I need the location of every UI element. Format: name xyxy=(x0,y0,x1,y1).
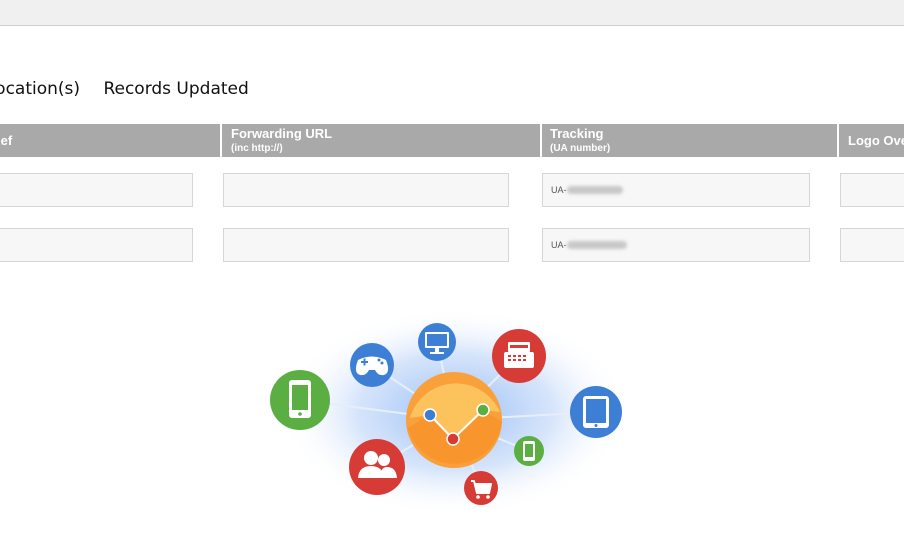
tablet-icon xyxy=(570,386,622,438)
forwarding-url-input[interactable] xyxy=(223,228,509,262)
users-icon xyxy=(349,439,405,495)
logo-override-input[interactable] xyxy=(840,173,904,207)
monitor-icon xyxy=(418,323,456,361)
column-header-tracking: Tracking (UA number) xyxy=(541,124,839,157)
tracking-value: UA- xyxy=(551,185,567,195)
smartphone-icon xyxy=(270,370,330,430)
column-header-forwarding-url: Forwarding URL (inc http://) xyxy=(222,124,542,157)
shopping-cart-icon xyxy=(464,471,498,505)
locations-label: Location(s) xyxy=(0,79,81,99)
analytics-chart-icon xyxy=(406,372,502,468)
tracking-value: UA- xyxy=(551,240,567,250)
top-bar xyxy=(0,0,904,26)
forwarding-url-input[interactable] xyxy=(223,173,509,207)
ref-input[interactable] xyxy=(0,173,193,207)
redacted-tracking-id xyxy=(567,186,623,194)
ref-input[interactable] xyxy=(0,228,193,262)
tracking-input[interactable]: UA- xyxy=(542,173,810,207)
table-header: V Ref Forwarding URL (inc http://) Track… xyxy=(0,124,904,157)
redacted-tracking-id xyxy=(567,241,627,249)
column-header-ref: V Ref xyxy=(0,124,222,157)
tracking-input[interactable]: UA- xyxy=(542,228,810,262)
small-phone-icon xyxy=(514,436,544,466)
page-heading: Location(s) Records Updated xyxy=(0,79,267,99)
records-updated-status: Records Updated xyxy=(103,79,249,99)
cash-register-icon xyxy=(492,329,546,383)
column-header-logo-override: Logo Override xyxy=(848,133,904,148)
logo-override-input[interactable] xyxy=(840,228,904,262)
gamepad-icon xyxy=(350,343,394,387)
connected-devices-illustration xyxy=(270,307,630,517)
